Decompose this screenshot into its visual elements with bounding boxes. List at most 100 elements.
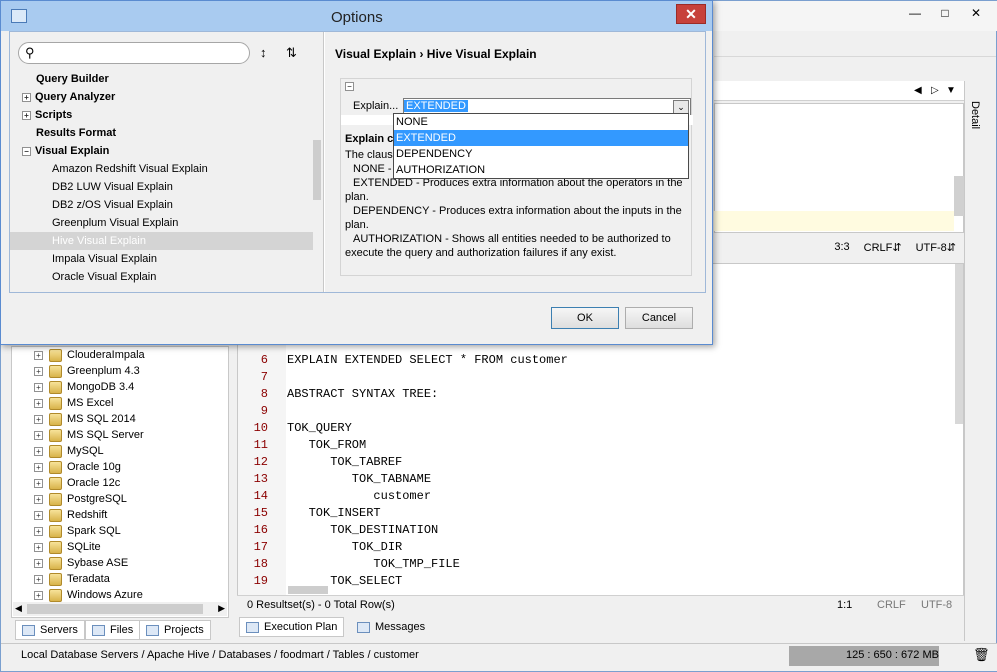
expand-icon[interactable]: +	[34, 494, 43, 504]
options-tree-item[interactable]: + Query Analyzer	[10, 88, 313, 106]
options-tree-item[interactable]: Impala Visual Explain	[10, 250, 313, 268]
detail-tab[interactable]: Detail	[969, 101, 981, 129]
server-tree-item[interactable]: + PostgreSQL	[12, 491, 228, 507]
trash-icon[interactable]: 🗑	[973, 647, 990, 663]
tab-left-arrow-icon[interactable]: ◀	[914, 85, 922, 96]
server-tree-item[interactable]: + MS SQL Server	[12, 427, 228, 443]
expand-icon[interactable]: +	[34, 398, 43, 408]
tab-execution-plan[interactable]: Execution Plan	[239, 617, 345, 637]
options-tree-item[interactable]: Oracle Visual Explain	[10, 268, 313, 286]
expand-icon[interactable]: +	[34, 590, 43, 600]
server-tree-item[interactable]: + Windows Azure	[12, 587, 228, 603]
messages-icon	[357, 621, 370, 633]
collapse-icon[interactable]: −	[22, 146, 31, 156]
line-ending-select[interactable]: CRLF⇵	[864, 241, 902, 254]
expand-icon[interactable]: +	[34, 558, 43, 568]
close-icon[interactable]: ✕	[959, 4, 993, 22]
tab-servers[interactable]: Servers	[15, 620, 85, 640]
server-tree-item[interactable]: + Sybase ASE	[12, 555, 228, 571]
expand-icon[interactable]: +	[34, 446, 43, 456]
editor-vertical-scrollbar[interactable]	[955, 264, 963, 424]
tab-label: Files	[110, 624, 134, 636]
expand-icon[interactable]: +	[34, 510, 43, 520]
server-tree-item[interactable]: + Redshift	[12, 507, 228, 523]
tree-horizontal-scrollbar[interactable]: ◀ ▶	[13, 602, 227, 616]
line-number: 14	[253, 489, 268, 503]
expand-icon[interactable]: +	[34, 542, 43, 552]
expand-icon[interactable]: +	[34, 462, 43, 472]
expand-icon[interactable]: +	[34, 526, 43, 536]
server-tree-item-label: MySQL	[67, 445, 104, 457]
expand-all-icon[interactable]: ↕	[260, 45, 267, 60]
tree-scrollbar[interactable]	[313, 140, 321, 200]
collapse-all-icon[interactable]: ⇅	[286, 45, 297, 61]
cancel-button[interactable]: Cancel	[625, 307, 693, 329]
server-tree-item[interactable]: + ClouderaImpala	[12, 347, 228, 363]
line-number: 18	[253, 557, 268, 571]
code-line: TOK_DESTINATION	[287, 523, 439, 537]
description-line: DEPENDENCY - Produces extra information …	[353, 205, 682, 217]
options-tree-item[interactable]: Query Builder	[10, 70, 313, 88]
options-tree-item[interactable]: + Scripts	[10, 106, 313, 124]
explain-option[interactable]: NONE	[394, 114, 688, 130]
tab-files[interactable]: Files	[85, 620, 141, 640]
tab-projects[interactable]: Projects	[139, 620, 211, 640]
vertical-scrollbar[interactable]	[954, 176, 964, 216]
code-line: TOK_FROM	[287, 438, 367, 452]
code-line: TOK_TMP_FILE	[287, 557, 460, 571]
line-number: 8	[260, 387, 268, 401]
encoding-select[interactable]: UTF-8⇵	[916, 241, 956, 254]
expand-icon[interactable]: +	[34, 414, 43, 424]
explain-option[interactable]: EXTENDED	[394, 130, 688, 146]
database-server-icon	[49, 428, 62, 442]
options-tree-item[interactable]: Results Format	[10, 124, 313, 142]
tab-right-arrow-icon[interactable]: ▷	[931, 85, 939, 96]
expand-icon[interactable]: +	[34, 366, 43, 376]
options-tree-item-label: Query Analyzer	[35, 91, 116, 103]
options-tree-item[interactable]: DB2 LUW Visual Explain	[10, 178, 313, 196]
server-tree-item[interactable]: + MongoDB 3.4	[12, 379, 228, 395]
server-tree-item[interactable]: + Oracle 10g	[12, 459, 228, 475]
server-tree-item-label: ClouderaImpala	[67, 349, 145, 361]
editor-horizontal-scrollbar[interactable]	[288, 586, 328, 594]
options-search-input[interactable]: ⚲	[18, 42, 250, 64]
options-tree-item[interactable]: DB2 z/OS Visual Explain	[10, 196, 313, 214]
explain-option[interactable]: AUTHORIZATION	[394, 162, 688, 178]
server-tree-item[interactable]: + Oracle 12c	[12, 475, 228, 491]
dialog-close-button[interactable]: ✕	[676, 4, 706, 24]
server-tree-item[interactable]: + MS Excel	[12, 395, 228, 411]
expand-icon[interactable]: +	[34, 430, 43, 440]
options-tree-item[interactable]: Hive Visual Explain	[10, 232, 313, 250]
expand-icon[interactable]: +	[22, 110, 31, 120]
explain-option[interactable]: DEPENDENCY	[394, 146, 688, 162]
chevron-down-icon[interactable]: ⌄	[673, 100, 689, 114]
collapse-group-icon[interactable]: −	[345, 82, 354, 91]
ok-button[interactable]: OK	[551, 307, 619, 329]
server-tree-item[interactable]: + Greenplum 4.3	[12, 363, 228, 379]
expand-icon[interactable]: +	[34, 350, 43, 360]
expand-icon[interactable]: +	[34, 382, 43, 392]
server-tree-item[interactable]: + MySQL	[12, 443, 228, 459]
maximize-icon[interactable]: □	[931, 4, 959, 22]
expand-icon[interactable]: +	[34, 574, 43, 584]
server-tree-item[interactable]: + MS SQL 2014	[12, 411, 228, 427]
options-tree-item-label: Query Builder	[36, 73, 109, 85]
minimize-icon[interactable]: —	[901, 4, 929, 22]
options-tree-item[interactable]: − Visual Explain	[10, 142, 313, 160]
server-tree-item[interactable]: + Spark SQL	[12, 523, 228, 539]
explain-label: Explain...	[353, 100, 399, 112]
expand-icon[interactable]: +	[22, 92, 31, 102]
options-tree-item[interactable]: Amazon Redshift Visual Explain	[10, 160, 313, 178]
server-tree-item[interactable]: + SQLite	[12, 539, 228, 555]
line-number: 19	[253, 574, 268, 588]
code-line: TOK_TABREF	[287, 455, 403, 469]
options-tree-item-label: DB2 z/OS Visual Explain	[52, 199, 173, 211]
line-number: 6	[260, 353, 268, 367]
line-number: 9	[260, 404, 268, 418]
server-tree-item[interactable]: + Teradata	[12, 571, 228, 587]
tab-messages[interactable]: Messages	[351, 617, 431, 637]
expand-icon[interactable]: +	[34, 478, 43, 488]
tab-list-icon[interactable]: ▼	[946, 85, 956, 96]
options-tree-item[interactable]: Greenplum Visual Explain	[10, 214, 313, 232]
editor-cursor-position: 1:1	[837, 599, 853, 611]
